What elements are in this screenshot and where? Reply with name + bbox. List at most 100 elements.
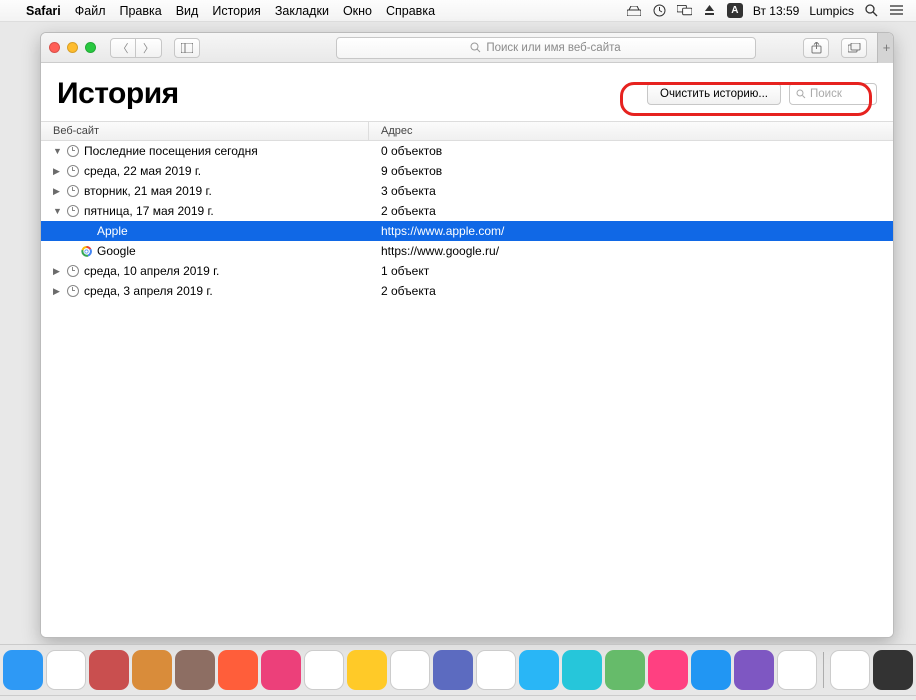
dock-app-icon[interactable]: [433, 650, 473, 690]
menubar-clock[interactable]: Вт 13:59: [753, 4, 799, 18]
clock-icon: [67, 145, 79, 157]
history-group-row[interactable]: ▼ Последние посещения сегодня 0 объектов: [41, 141, 893, 161]
sidebar-button[interactable]: [174, 38, 200, 58]
tabs-button[interactable]: [841, 38, 867, 58]
dock-app-icon[interactable]: [218, 650, 258, 690]
history-group-row[interactable]: ▼пятница, 17 мая 2019 г.2 объекта: [41, 201, 893, 221]
menubar-right: А Вт 13:59 Lumpics: [627, 3, 904, 18]
disclosure-right-icon[interactable]: ▶: [53, 286, 62, 297]
minimize-button[interactable]: [67, 42, 78, 53]
row-address: 0 объектов: [369, 144, 893, 158]
page-header: История Очистить историю... Поиск: [41, 63, 893, 121]
history-search-input[interactable]: Поиск: [789, 83, 877, 105]
menu-view[interactable]: Вид: [176, 4, 199, 18]
menubar: Safari Файл Правка Вид История Закладки …: [0, 0, 916, 22]
page-title: История: [57, 77, 179, 111]
row-address: 2 объекта: [369, 284, 893, 298]
history-group-row[interactable]: ▶ среда, 10 апреля 2019 г. 1 объект: [41, 261, 893, 281]
dock-app-icon[interactable]: [605, 650, 645, 690]
clock-icon: [67, 165, 79, 177]
dock-app-icon[interactable]: [175, 650, 215, 690]
clock-icon: [67, 285, 79, 297]
row-label: Последние посещения сегодня: [84, 144, 258, 158]
displays-icon[interactable]: [677, 4, 692, 18]
dock-app-icon[interactable]: [691, 650, 731, 690]
history-group-row[interactable]: ▶ среда, 22 мая 2019 г. 9 объектов: [41, 161, 893, 181]
dock-app-icon[interactable]: [89, 650, 129, 690]
dock-app-icon[interactable]: [873, 650, 913, 690]
google-favicon: [80, 245, 92, 257]
forward-button[interactable]: 〉: [136, 38, 162, 58]
clock-icon: [67, 205, 79, 217]
dock-app-icon[interactable]: [830, 650, 870, 690]
menu-window[interactable]: Окно: [343, 4, 372, 18]
search-icon: [470, 42, 481, 53]
apple-favicon: [80, 225, 92, 237]
dock-app-icon[interactable]: [562, 650, 602, 690]
disclosure-right-icon[interactable]: ▶: [53, 186, 62, 197]
dock-separator: [823, 652, 824, 688]
menu-edit[interactable]: Правка: [119, 4, 161, 18]
disclosure-down-icon[interactable]: ▼: [53, 206, 62, 216]
clock-icon: [67, 265, 79, 277]
history-page: История Очистить историю... Поиск Веб-са…: [41, 63, 893, 637]
column-address[interactable]: Адрес: [369, 122, 893, 140]
dock: [0, 644, 916, 696]
dock-app-icon[interactable]: [261, 650, 301, 690]
row-label: Apple: [97, 224, 128, 238]
row-address: https://www.google.ru/: [369, 244, 893, 258]
row-label: вторник, 21 мая 2019 г.: [84, 184, 212, 198]
dock-app-icon[interactable]: [476, 650, 516, 690]
eject-icon[interactable]: [702, 4, 717, 18]
column-website[interactable]: Веб-сайт: [41, 122, 369, 140]
row-label: Google: [97, 244, 136, 258]
spotlight-icon[interactable]: [864, 4, 879, 18]
disclosure-right-icon[interactable]: ▶: [53, 166, 62, 177]
dock-app-icon[interactable]: [390, 650, 430, 690]
dock-app-icon[interactable]: [347, 650, 387, 690]
app-name[interactable]: Safari: [26, 4, 61, 18]
dock-app-icon[interactable]: [46, 650, 86, 690]
history-group-row[interactable]: ▶вторник, 21 мая 2019 г.3 объекта: [41, 181, 893, 201]
dock-app-icon[interactable]: [648, 650, 688, 690]
timemachine-icon[interactable]: [652, 4, 667, 18]
titlebar: 〈 〉 Поиск или имя веб-сайта +: [41, 33, 893, 63]
row-address: https://www.apple.com/: [369, 224, 893, 238]
address-bar[interactable]: Поиск или имя веб-сайта: [336, 37, 756, 59]
menu-history[interactable]: История: [212, 4, 260, 18]
disk-icon[interactable]: [627, 4, 642, 18]
traffic-lights: [49, 42, 96, 53]
history-item-row[interactable]: Google https://www.google.ru/: [41, 241, 893, 261]
dock-app-icon[interactable]: [3, 650, 43, 690]
row-address: 1 объект: [369, 264, 893, 278]
row-label: среда, 3 апреля 2019 г.: [84, 284, 213, 298]
row-label: среда, 22 мая 2019 г.: [84, 164, 201, 178]
history-group-row[interactable]: ▶ среда, 3 апреля 2019 г. 2 объекта: [41, 281, 893, 301]
dock-app-icon[interactable]: [734, 650, 774, 690]
input-source-icon[interactable]: А: [727, 3, 743, 18]
zoom-button[interactable]: [85, 42, 96, 53]
history-item-row[interactable]: Apple https://www.apple.com/: [41, 221, 893, 241]
search-icon: [796, 89, 806, 99]
dock-app-icon[interactable]: [304, 650, 344, 690]
close-button[interactable]: [49, 42, 60, 53]
disclosure-right-icon[interactable]: ▶: [53, 266, 62, 277]
dock-app-icon[interactable]: [777, 650, 817, 690]
menubar-user[interactable]: Lumpics: [809, 4, 854, 18]
column-headers: Веб-сайт Адрес: [41, 121, 893, 141]
menu-file[interactable]: Файл: [75, 4, 106, 18]
row-label: среда, 10 апреля 2019 г.: [84, 264, 219, 278]
menu-bookmarks[interactable]: Закладки: [275, 4, 329, 18]
dock-app-icon[interactable]: [519, 650, 559, 690]
menu-help[interactable]: Справка: [386, 4, 435, 18]
navigation-buttons: 〈 〉: [110, 38, 162, 58]
back-button[interactable]: 〈: [110, 38, 136, 58]
new-tab-button[interactable]: +: [877, 33, 894, 63]
clear-history-button[interactable]: Очистить историю...: [647, 83, 781, 105]
address-placeholder: Поиск или имя веб-сайта: [486, 42, 620, 54]
dock-app-icon[interactable]: [132, 650, 172, 690]
notification-center-icon[interactable]: [889, 4, 904, 18]
disclosure-down-icon[interactable]: ▼: [53, 146, 62, 156]
share-button[interactable]: [803, 38, 829, 58]
row-address: 9 объектов: [369, 164, 893, 178]
